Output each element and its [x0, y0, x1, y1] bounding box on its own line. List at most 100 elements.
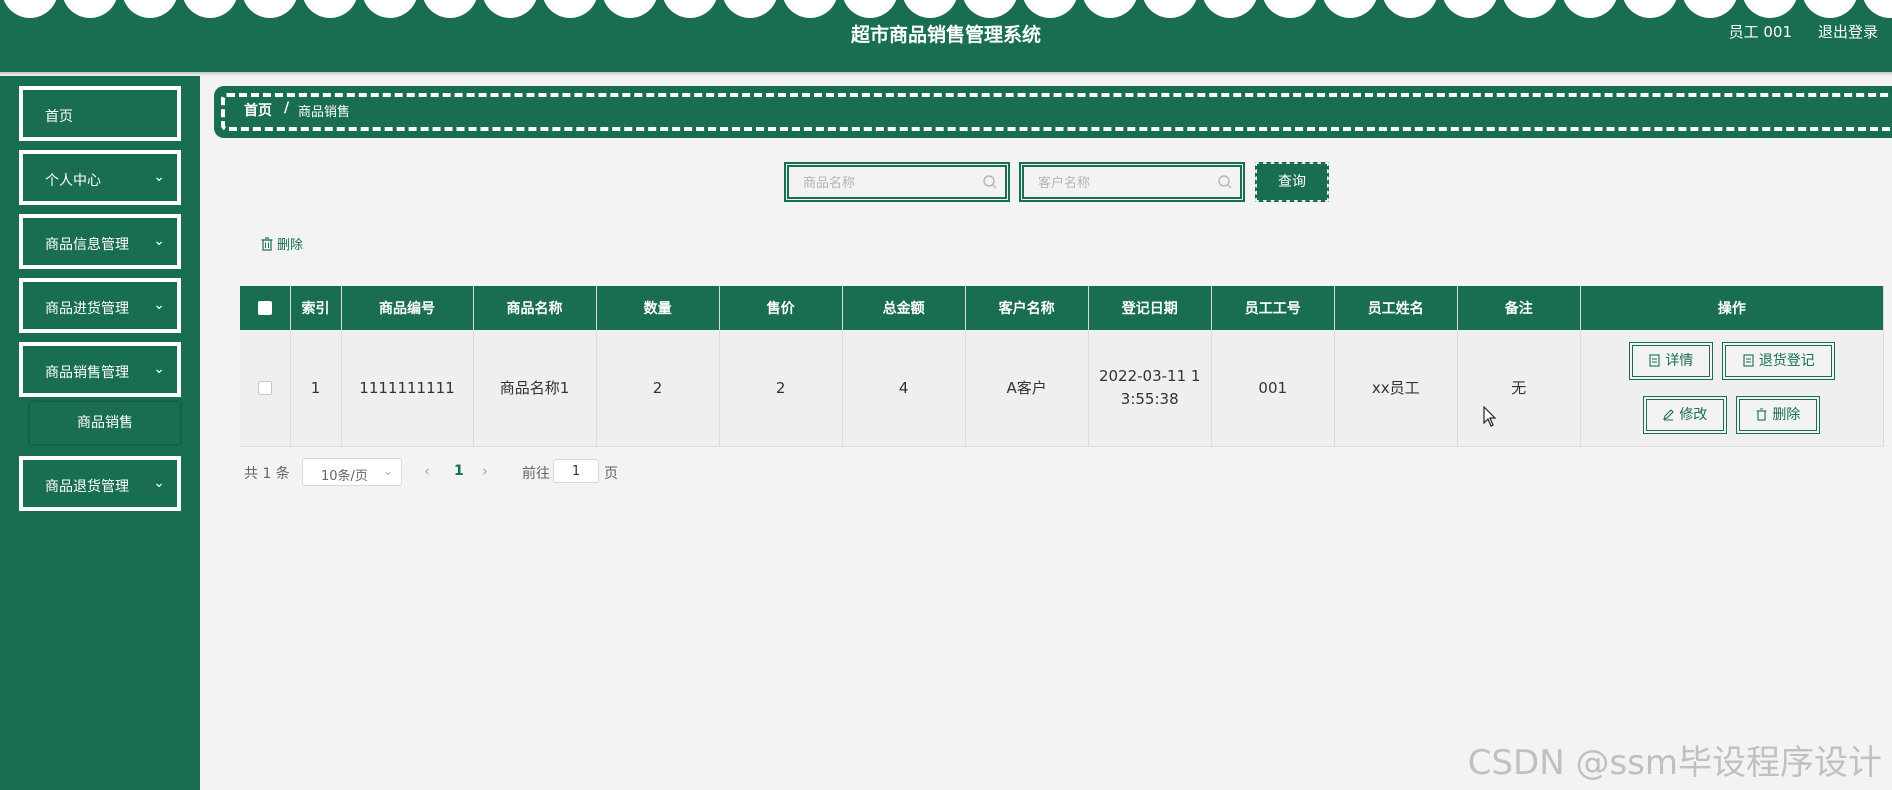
header-scallop: [902, 0, 958, 18]
cell-actions: 详情 退货登记 修改 删除: [1580, 330, 1885, 447]
header-scallop: [1322, 0, 1378, 18]
edit-button[interactable]: 修改: [1642, 396, 1727, 434]
cell-price: 2: [719, 330, 843, 447]
header-scallop: [2, 0, 58, 18]
product-name-search: [784, 162, 1010, 202]
pencil-icon: [1663, 409, 1675, 421]
header-scallop: [302, 0, 358, 18]
column-header: 操作: [1580, 286, 1885, 330]
customer-name-input[interactable]: [1038, 174, 1208, 192]
date-text: 2022-03-11 13:55:38: [1098, 367, 1201, 408]
header-scallop: [842, 0, 898, 18]
column-header: 售价: [719, 286, 843, 330]
header-scallop: [1622, 0, 1678, 18]
sidebar-item-sales[interactable]: 商品销售管理 ⌄: [19, 342, 181, 397]
table-header-row: 索引 商品编号 商品名称 数量 售价 总金额 客户名称 登记日期 员工工号 员工…: [240, 286, 1885, 330]
header-shadow: [0, 72, 1892, 76]
pagination-total: 共 1 条: [244, 466, 290, 482]
row-checkbox[interactable]: [257, 381, 272, 395]
chevron-down-icon: ⌄: [382, 464, 393, 478]
column-header: 备注: [1457, 286, 1581, 330]
header-scallop: [422, 0, 478, 18]
header-scallop: [1142, 0, 1198, 18]
logout-link[interactable]: 退出登录: [1818, 21, 1878, 42]
breadcrumb-dashed-border: [221, 93, 1892, 131]
delete-button[interactable]: 删除: [1735, 396, 1820, 434]
breadcrumb-home[interactable]: 首页: [244, 100, 272, 120]
select-all-checkbox[interactable]: [257, 301, 272, 315]
header-scallop: [662, 0, 718, 18]
page-number-current[interactable]: 1: [454, 463, 464, 479]
cell-employee-no: 001: [1211, 330, 1335, 447]
detail-label: 详情: [1665, 353, 1694, 369]
header-scallop: [1682, 0, 1738, 18]
document-icon: [1743, 354, 1754, 367]
sidebar-item-purchase[interactable]: 商品进货管理 ⌄: [19, 278, 181, 333]
sidebar-item-label: 商品销售管理: [45, 365, 129, 381]
sidebar-item-returns[interactable]: 商品退货管理 ⌄: [19, 456, 181, 511]
row-select-cell: [240, 330, 291, 447]
cell-quantity: 2: [596, 330, 720, 447]
cell-product-name: 商品名称1: [473, 330, 597, 447]
cell-employee-name: xx员工: [1334, 330, 1458, 447]
trash-icon: [261, 237, 273, 251]
breadcrumb: 首页 / 商品销售: [214, 86, 1892, 138]
row-actions: 详情 退货登记 修改 删除: [1581, 330, 1883, 446]
column-header: 数量: [596, 286, 720, 330]
header-scallop: [722, 0, 778, 18]
next-page-button[interactable]: ›: [482, 462, 488, 480]
chevron-down-icon: ⌄: [153, 297, 165, 313]
return-register-button[interactable]: 退货登记: [1721, 342, 1835, 380]
column-header: 登记日期: [1088, 286, 1212, 330]
mouse-cursor-icon: [1483, 406, 1497, 427]
batch-delete-label: 删除: [277, 238, 304, 253]
search-icon: [983, 175, 997, 189]
header-scallop: [1562, 0, 1618, 18]
header-scallop: [1442, 0, 1498, 18]
breadcrumb-separator: /: [284, 100, 290, 116]
page-size-select[interactable]: 10条/页 ⌄: [302, 458, 402, 486]
sidebar-item-label: 商品信息管理: [45, 237, 129, 253]
prev-page-button[interactable]: ‹: [424, 462, 430, 480]
table-row: 1 1111111111 商品名称1 2 2 4 A客户 2022-03-11 …: [240, 330, 1885, 447]
sidebar-item-personal-center[interactable]: 个人中心 ⌄: [19, 150, 181, 205]
header-scallop: [602, 0, 658, 18]
chevron-down-icon: ⌄: [153, 361, 165, 377]
sidebar-item-home[interactable]: 首页: [19, 86, 181, 141]
column-header: 商品编号: [341, 286, 474, 330]
current-user: 员工 001: [1728, 23, 1792, 41]
goto-page-input[interactable]: [553, 459, 599, 483]
product-name-input[interactable]: [803, 174, 973, 192]
header-scallop: [122, 0, 178, 18]
sidebar-item-product-info[interactable]: 商品信息管理 ⌄: [19, 214, 181, 269]
sidebar-subitem-product-sales[interactable]: 商品销售: [30, 402, 180, 444]
sidebar-item-label: 商品进货管理: [45, 301, 129, 317]
page-size-value: 10条/页: [321, 469, 368, 484]
app-header: 超市商品销售管理系统 员工 001 退出登录: [0, 0, 1892, 72]
header-scallop: [1262, 0, 1318, 18]
chevron-down-icon: ⌄: [153, 233, 165, 249]
return-register-label: 退货登记: [1758, 353, 1815, 369]
sidebar-item-label: 商品退货管理: [45, 479, 129, 495]
header-scallop: [1382, 0, 1438, 18]
header-scallop: [482, 0, 538, 18]
detail-button[interactable]: 详情: [1628, 342, 1713, 380]
search-icon: [1218, 175, 1232, 189]
header-scallop: [1802, 0, 1858, 18]
header-scallop: [1082, 0, 1138, 18]
query-button[interactable]: 查询: [1255, 162, 1329, 202]
cell-customer: A客户: [965, 330, 1089, 447]
cell-date: 2022-03-11 13:55:38: [1088, 330, 1212, 447]
breadcrumb-current: 商品销售: [298, 105, 351, 120]
column-header: 索引: [290, 286, 342, 330]
batch-delete-button[interactable]: 删除: [260, 234, 303, 253]
select-all-header: [240, 286, 291, 330]
cell-index: 1: [290, 330, 342, 447]
header-scallop: [1742, 0, 1798, 18]
watermark: CSDN @ssm毕设程序设计: [1467, 743, 1882, 783]
header-scallop-decoration: [0, 0, 1892, 22]
sidebar: 首页 个人中心 ⌄ 商品信息管理 ⌄ 商品进货管理 ⌄ 商品销售管理 ⌄ 商品销…: [0, 76, 200, 790]
header-scallop: [182, 0, 238, 18]
app-title: 超市商品销售管理系统: [850, 24, 1041, 46]
sidebar-item-label: 个人中心: [45, 173, 101, 189]
